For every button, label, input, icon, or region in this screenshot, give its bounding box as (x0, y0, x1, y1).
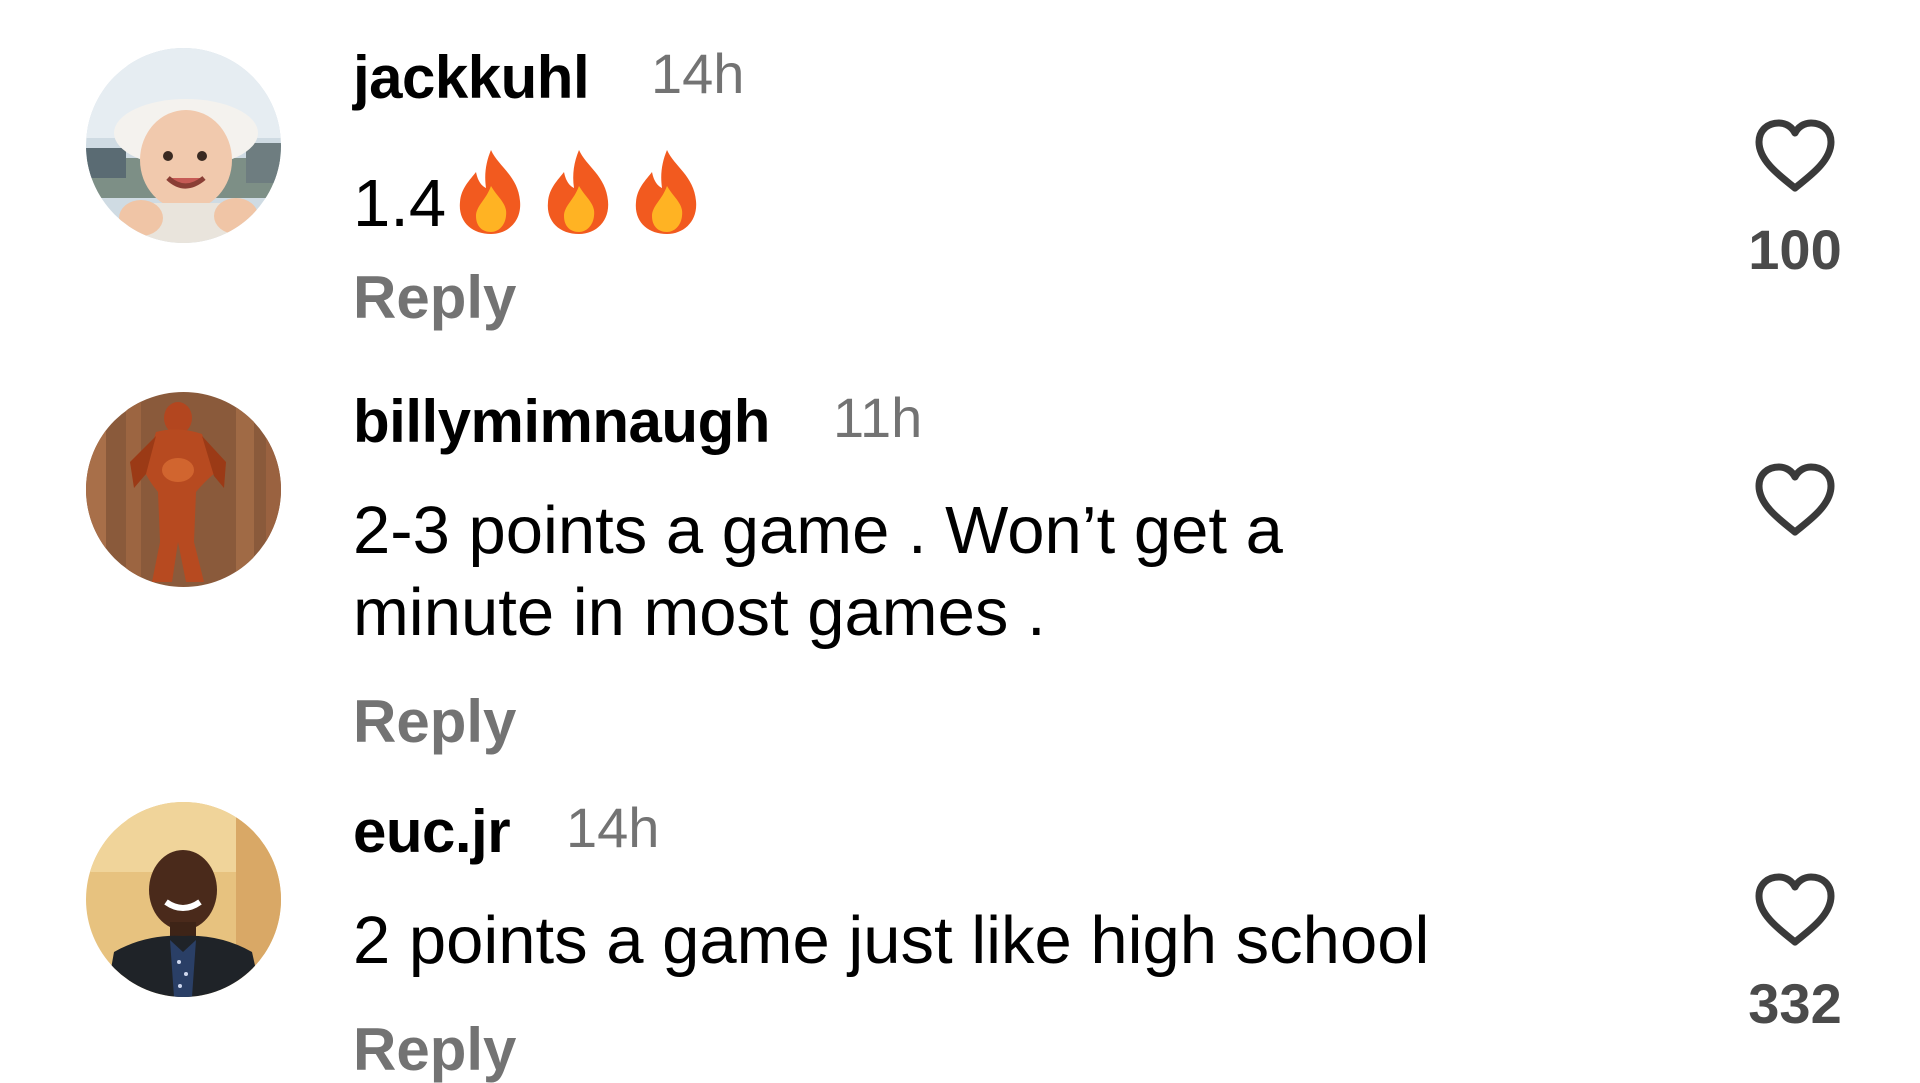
fire-emoji-icon (536, 146, 622, 255)
comment-username[interactable]: billymimnaugh (353, 392, 770, 452)
heart-outline-icon[interactable] (1753, 462, 1837, 536)
like-control: 100 (1740, 118, 1850, 278)
avatar[interactable] (86, 802, 281, 997)
comment-timestamp: 14h (651, 42, 745, 105)
comment-username[interactable]: euc.jr (353, 802, 511, 862)
like-control: 332 (1740, 872, 1850, 1032)
avatar[interactable] (86, 392, 281, 587)
comment-text: 2-3 points a game . Won’t get a minute i… (353, 490, 1653, 654)
reply-button[interactable]: Reply (353, 1020, 516, 1080)
comment-text: 1.4 (353, 146, 1653, 255)
like-count: 332 (1748, 972, 1842, 1035)
like-control (1740, 462, 1850, 566)
like-count: 100 (1748, 218, 1842, 281)
comment-timestamp: 11h (833, 386, 923, 449)
avatar[interactable] (86, 48, 281, 243)
comment-text: 2 points a game just like high school (353, 903, 1430, 978)
comment-timestamp: 14h (566, 796, 660, 859)
comment-text-line: minute in most games . (353, 575, 1046, 650)
comment-username[interactable]: jackkuhl (353, 48, 590, 108)
heart-outline-icon[interactable] (1753, 872, 1837, 946)
fire-emoji-icon (624, 146, 710, 255)
reply-button[interactable]: Reply (353, 268, 516, 328)
comment-text-line: 2-3 points a game . Won’t get a (353, 493, 1283, 568)
comment-text-value: 1.4 (353, 166, 447, 241)
fire-emoji-icon (448, 146, 534, 255)
reply-button[interactable]: Reply (353, 692, 516, 752)
heart-outline-icon[interactable] (1753, 118, 1837, 192)
